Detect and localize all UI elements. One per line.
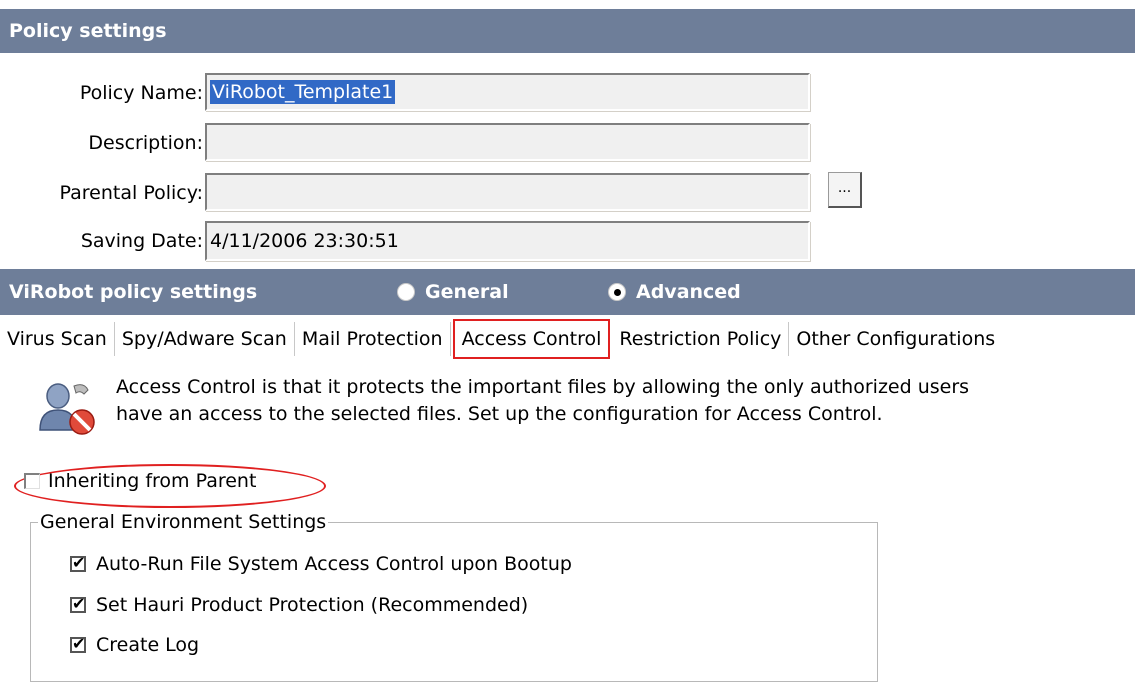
tab-spy-adware-scan[interactable]: Spy/Adware Scan — [115, 322, 295, 356]
unchecked-checkbox-icon — [24, 473, 40, 489]
description-input[interactable] — [205, 123, 810, 161]
mode-advanced-label: Advanced — [636, 281, 741, 303]
hauri-protection-label: Set Hauri Product Protection (Recommende… — [96, 594, 529, 616]
policy-name-row: Policy Name: — [0, 73, 203, 113]
parental-policy-row: Parental Policy: — [0, 173, 203, 213]
virobot-policy-title: ViRobot policy settings — [9, 281, 258, 303]
description-label: Description: — [88, 132, 203, 154]
parental-policy-browse-button[interactable]: ... — [828, 172, 862, 208]
checked-checkbox-icon — [70, 553, 86, 572]
policy-name-input[interactable]: ViRobot_Template1 — [205, 73, 810, 111]
checked-checkbox-icon — [70, 594, 86, 613]
inherit-from-parent-checkbox[interactable]: Inheriting from Parent — [24, 470, 256, 492]
auto-run-label: Auto-Run File System Access Control upon… — [96, 553, 572, 575]
policy-tabs: Virus Scan Spy/Adware Scan Mail Protecti… — [0, 317, 1002, 361]
policy-settings-title: Policy settings — [9, 20, 167, 42]
saving-date-field: 4/11/2006 23:30:51 — [205, 221, 810, 261]
tab-other-configurations[interactable]: Other Configurations — [789, 322, 1002, 356]
tab-mail-protection[interactable]: Mail Protection — [295, 322, 451, 356]
description-row: Description: — [0, 123, 203, 163]
mode-general-label: General — [425, 281, 509, 303]
policy-name-label: Policy Name: — [79, 82, 203, 104]
access-control-description: Access Control is that it protects the i… — [116, 376, 970, 425]
policy-settings-header: Policy settings — [0, 9, 1135, 53]
virobot-policy-header: ViRobot policy settings — [0, 269, 1135, 315]
user-prohibited-icon — [39, 383, 95, 435]
saving-date-value: 4/11/2006 23:30:51 — [210, 230, 399, 252]
tab-virus-scan[interactable]: Virus Scan — [0, 322, 115, 356]
mode-general-radio[interactable]: General — [397, 281, 509, 303]
radio-on-icon — [608, 283, 626, 301]
hauri-protection-checkbox[interactable]: Set Hauri Product Protection (Recommende… — [70, 594, 528, 616]
saving-date-label: Saving Date: — [80, 230, 203, 252]
general-environment-title: General Environment Settings — [38, 511, 329, 533]
policy-name-value: ViRobot_Template1 — [210, 80, 396, 104]
create-log-checkbox[interactable]: Create Log — [70, 634, 199, 656]
create-log-label: Create Log — [96, 634, 200, 656]
inherit-from-parent-label: Inheriting from Parent — [48, 470, 257, 492]
saving-date-row: Saving Date: — [0, 221, 203, 261]
parental-policy-label: Parental Policy: — [59, 182, 203, 204]
radio-off-icon — [397, 283, 415, 301]
auto-run-checkbox[interactable]: Auto-Run File System Access Control upon… — [70, 553, 572, 575]
mode-advanced-radio[interactable]: Advanced — [608, 281, 741, 303]
checked-checkbox-icon — [70, 634, 86, 653]
parental-policy-input[interactable] — [205, 173, 810, 211]
tab-restriction-policy[interactable]: Restriction Policy — [612, 322, 790, 356]
tab-access-control[interactable]: Access Control — [452, 319, 611, 359]
